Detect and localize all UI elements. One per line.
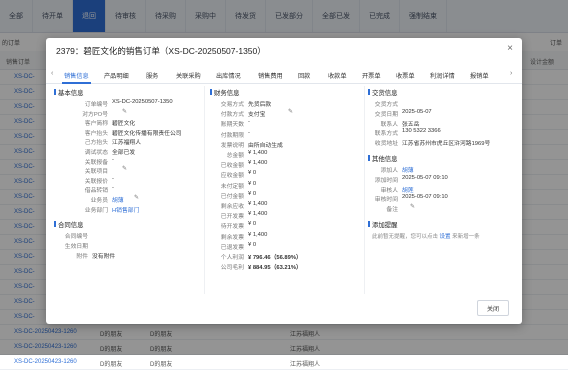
field-value: 2025-05-07 09:10: [402, 174, 448, 181]
field-value: 2025-05-07 09:10: [402, 194, 448, 201]
field-value: 130 5322 3366: [402, 128, 441, 135]
section-title: 交货信息: [368, 89, 398, 97]
section-title: 添加提醒: [368, 221, 398, 229]
order-contact: D的朋友: [150, 362, 173, 368]
field-label: 添加时间: [374, 177, 398, 184]
order-detail-modal: 2379：碧匠文化的销售订单（XS-DC-20250507-1350） × ‹ …: [46, 38, 522, 324]
reminder-text: 此前暂无提醒，您可以点击 设置 来新增一条: [372, 232, 480, 240]
close-button[interactable]: 关闭: [477, 300, 509, 316]
field-value: 江苏省苏州市虎丘区浒河路1969号: [402, 141, 491, 148]
reminder-suffix: 来新增一条: [452, 234, 480, 240]
section-title: 其他信息: [368, 155, 398, 163]
reminder-link[interactable]: 设置: [438, 234, 452, 240]
delivery-info-section: 交货信息交货方式交货日期 2025-05-07 联系人 张五岳 联系方式 130 5322…: [46, 38, 522, 324]
field-label: 交货日期: [374, 111, 398, 118]
field-label: 联系人: [380, 121, 398, 128]
field-value: 2025-05-07: [402, 108, 432, 115]
order-code[interactable]: XS-DC-20250423-1260: [14, 359, 77, 365]
edit-icon[interactable]: ✎: [410, 203, 415, 210]
field-value[interactable]: 胡莲: [402, 185, 414, 194]
field-label: 联系方式: [374, 131, 398, 138]
field-label: 交货方式: [374, 102, 398, 108]
order-customer: D的朋友: [100, 362, 123, 368]
field-label: 审核人: [380, 187, 398, 194]
field-label: 审核时间: [374, 197, 398, 204]
field-value: 张五岳: [402, 121, 420, 128]
reminder-prefix: 此前暂无提醒，您可以点击: [372, 234, 439, 240]
field-label: 收货地址: [374, 141, 398, 148]
table-row[interactable]: XS-DC-20250423-1260 D的朋友 D的朋友 江苏福翔人: [0, 355, 568, 370]
field-label: 备注: [386, 207, 398, 214]
order-company: 江苏福翔人: [290, 362, 321, 368]
field-value[interactable]: 胡薄: [402, 165, 414, 174]
field-label: 添加人: [380, 168, 398, 174]
